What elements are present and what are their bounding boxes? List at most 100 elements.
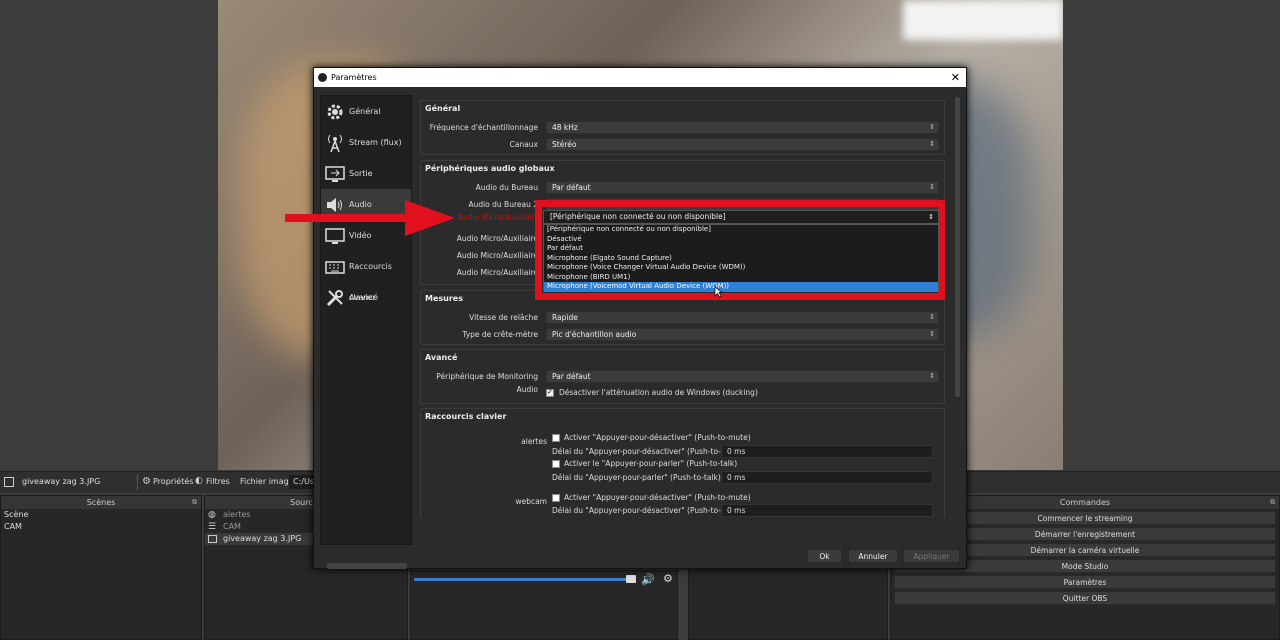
general-group: Général Fréquence d'échantillonnage 48 k… bbox=[420, 100, 945, 155]
hotkeys-title: Raccourcis clavier bbox=[425, 412, 507, 421]
push-to-mute-delay-label: Délai du "Appuyer-pour-désactiver" (Push… bbox=[552, 447, 744, 456]
webcam-label: webcam bbox=[515, 497, 547, 506]
global-devices-title: Périphériques audio globaux bbox=[425, 164, 555, 173]
updown-icon: ⇕ bbox=[929, 123, 935, 131]
image-icon bbox=[208, 535, 217, 543]
properties-button[interactable]: Propriétés bbox=[153, 477, 193, 486]
mic-aux-select[interactable]: [Périphérique non connecté ou non dispon… bbox=[543, 210, 939, 224]
scene-item[interactable]: Scène bbox=[1, 509, 201, 521]
channels-select[interactable]: Stéréo ⇕ bbox=[546, 138, 939, 151]
filters-button[interactable]: Filtres bbox=[206, 477, 230, 486]
tools-icon bbox=[326, 290, 343, 307]
dropdown-option[interactable]: Microphone (Elgato Sound Capture) bbox=[544, 254, 938, 264]
monitor-output-icon bbox=[325, 166, 345, 182]
webcam-push-to-mute-checkbox[interactable] bbox=[552, 494, 560, 502]
image-icon bbox=[4, 477, 14, 487]
mic-device-dropdown-list: [Périphérique non connecté ou non dispon… bbox=[543, 224, 939, 292]
sidebar-scrollbar[interactable] bbox=[327, 563, 407, 569]
advanced-title: Avancé bbox=[425, 353, 458, 362]
dropdown-option[interactable]: Microphone (BIRD UM1) bbox=[544, 273, 938, 283]
annotation-arrow bbox=[285, 200, 455, 236]
webcam-push-to-mute-delay-field[interactable]: 0 ms bbox=[721, 504, 933, 517]
decay-select[interactable]: Rapide ⇕ bbox=[546, 311, 939, 324]
sample-rate-label: Fréquence d'échantillonnage bbox=[429, 123, 538, 132]
push-to-mute-delay-field[interactable]: 0 ms bbox=[721, 445, 933, 458]
obs-logo-icon bbox=[318, 73, 327, 82]
content-scrollbar[interactable] bbox=[954, 97, 961, 518]
decay-label: Vitesse de relâche bbox=[469, 313, 538, 322]
dropdown-option[interactable]: Désactivé bbox=[544, 235, 938, 245]
monitor-select[interactable]: Par défaut ⇕ bbox=[546, 370, 939, 383]
hotkeys-group: Raccourcis clavier alertes Activer "Appu… bbox=[420, 408, 945, 518]
push-to-talk-checkbox[interactable] bbox=[552, 460, 560, 468]
meters-title: Mesures bbox=[425, 294, 463, 303]
slider-handle[interactable] bbox=[626, 575, 636, 583]
settings-sidebar: Général Stream (flux) Sortie Audio Vidéo… bbox=[320, 95, 412, 569]
dropdown-option[interactable]: [Périphérique non connecté ou non dispon… bbox=[544, 225, 938, 235]
image-file-label: Fichier image bbox=[240, 477, 294, 486]
source-name: giveaway zag 3.JPG bbox=[22, 477, 101, 486]
mic-aux-3-label: Audio Micro/Auxiliaire bbox=[456, 251, 538, 260]
gear-icon bbox=[327, 104, 343, 120]
push-to-mute-checkbox[interactable] bbox=[552, 434, 560, 442]
mouse-cursor-icon bbox=[714, 286, 724, 298]
mic-aux-4-label: Audio Micro/Auxiliaire bbox=[456, 268, 538, 277]
dialog-titlebar: Paramètres ✕ bbox=[314, 68, 966, 87]
dropdown-option-highlighted[interactable]: Microphone (Voicemod Virtual Audio Devic… bbox=[544, 282, 938, 292]
close-icon[interactable]: ✕ bbox=[951, 68, 960, 87]
list-icon: ☰ bbox=[208, 522, 217, 532]
desktop-audio-select[interactable]: Par défaut ⇕ bbox=[546, 181, 939, 194]
speaker-icon[interactable]: 🔊 bbox=[641, 573, 655, 586]
push-to-talk-label: Activer le "Appuyer-pour-parler" (Push-t… bbox=[564, 459, 738, 468]
peak-label: Type de crête-mètre bbox=[462, 330, 538, 339]
globe-icon: ◍ bbox=[208, 510, 216, 520]
undock-icon[interactable]: ⧉ bbox=[1270, 496, 1275, 509]
sidebar-item-hotkeys[interactable]: Raccourcis clavier bbox=[321, 251, 411, 302]
dialog-title: Paramètres bbox=[331, 73, 377, 82]
alerts-label: alertes bbox=[521, 437, 547, 446]
general-title: Général bbox=[425, 104, 461, 113]
settings-content: Général Fréquence d'échantillonnage 48 k… bbox=[420, 97, 954, 518]
push-to-talk-delay-label: Délai du "Appuyer-pour-parler" (Push-to-… bbox=[552, 473, 721, 482]
scenes-panel: Scènes ⧉ Scène CAM bbox=[0, 495, 202, 640]
sidebar-item-output[interactable]: Sortie bbox=[321, 158, 411, 189]
sample-rate-select[interactable]: 48 kHz ⇕ bbox=[546, 121, 939, 134]
push-to-mute-label: Activer "Appuyer-pour-désactiver" (Push-… bbox=[564, 433, 751, 442]
gear-icon[interactable]: ⚙ bbox=[663, 572, 673, 585]
exit-button[interactable]: Quitter OBS bbox=[894, 591, 1276, 605]
keyboard-icon bbox=[325, 261, 345, 274]
sidebar-item-general[interactable]: Général bbox=[321, 96, 411, 127]
mic-aux-1-label: Audio Micro/Auxiliaire bbox=[458, 213, 540, 222]
ducking-checkbox[interactable] bbox=[546, 388, 554, 397]
scenes-title: Scènes bbox=[86, 498, 116, 507]
updown-icon: ⇕ bbox=[929, 140, 935, 148]
sidebar-item-stream[interactable]: Stream (flux) bbox=[321, 127, 411, 158]
ok-button[interactable]: Ok bbox=[807, 549, 842, 563]
advanced-group: Avancé Périphérique de Monitoring Audio … bbox=[420, 349, 945, 404]
peak-select[interactable]: Pic d'échantillon audio ⇕ bbox=[546, 328, 939, 341]
antenna-icon bbox=[328, 134, 342, 153]
updown-icon: ⇕ bbox=[928, 213, 934, 221]
settings-dialog: Paramètres ✕ Général Stream (flux) Sorti… bbox=[313, 67, 967, 569]
filter-icon[interactable]: ◐ bbox=[195, 476, 203, 486]
dropdown-option[interactable]: Par défaut bbox=[544, 244, 938, 254]
webcam-push-to-mute-delay-label: Délai du "Appuyer-pour-désactiver" (Push… bbox=[552, 506, 744, 515]
ducking-label: Désactiver l'atténuation audio de Window… bbox=[559, 388, 758, 397]
divider bbox=[137, 474, 138, 490]
gear-icon[interactable]: ⚙ bbox=[142, 476, 151, 487]
cancel-button[interactable]: Annuler bbox=[848, 549, 898, 563]
settings-button[interactable]: Paramètres bbox=[894, 575, 1276, 589]
undock-icon[interactable]: ⧉ bbox=[192, 496, 197, 509]
dropdown-option[interactable]: Microphone (Voice Changer Virtual Audio … bbox=[544, 263, 938, 273]
monitor-label: Périphérique de Monitoring Audio bbox=[436, 372, 538, 394]
push-to-talk-delay-field[interactable]: 0 ms bbox=[721, 471, 933, 484]
desktop-audio-label: Audio du Bureau bbox=[475, 183, 538, 192]
apply-button[interactable]: Appliquer bbox=[903, 549, 960, 563]
channels-label: Canaux bbox=[509, 140, 538, 149]
scene-item[interactable]: CAM bbox=[1, 521, 201, 533]
webcam-push-to-mute-label: Activer "Appuyer-pour-désactiver" (Push-… bbox=[564, 493, 751, 502]
sidebar-item-advanced[interactable]: Avancé bbox=[321, 282, 411, 313]
commands-title: Commandes bbox=[1059, 498, 1111, 507]
volume-slider[interactable] bbox=[414, 578, 636, 581]
mixer-panel: 🔊 ⚙ bbox=[410, 570, 678, 640]
